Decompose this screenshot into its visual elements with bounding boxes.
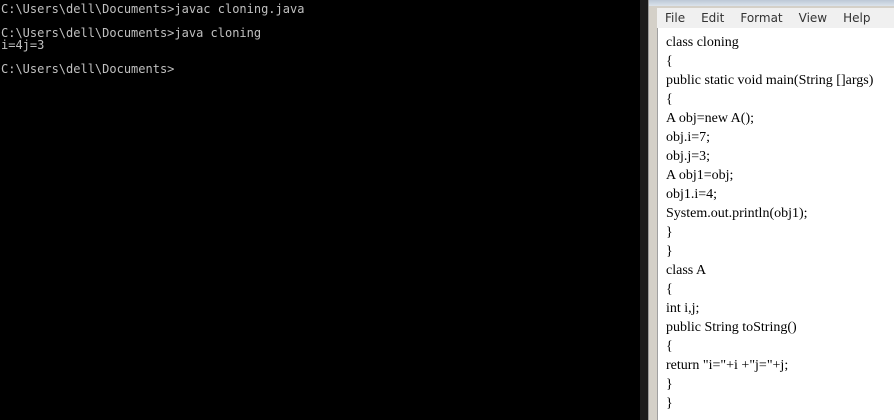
code-line: } [666,244,673,259]
notepad-menubar: File Edit Format View Help [657,8,894,29]
menu-format[interactable]: Format [732,11,790,25]
code-line: { [666,54,673,69]
menu-edit[interactable]: Edit [693,11,732,25]
notepad-window: File Edit Format View Help class cloning… [648,0,894,420]
code-line: int i,j; [666,301,700,316]
code-line: class cloning [666,35,739,50]
code-line: { [666,92,673,107]
window-gap [640,0,648,420]
console-line: C:\Users\dell\Documents>java cloning [1,26,262,40]
code-line: obj.j=3; [666,149,711,164]
code-line: class A [666,263,707,278]
code-line: System.out.println(obj1); [666,206,808,221]
code-line: } [666,225,673,240]
menu-file[interactable]: File [657,11,693,25]
code-line: } [666,377,673,392]
console-line: C:\Users\dell\Documents>javac cloning.ja… [1,2,305,16]
code-line: { [666,282,673,297]
console-prompt-line[interactable]: C:\Users\dell\Documents> [1,63,640,75]
console-output-line: i=4j=3 [1,38,45,52]
menu-view[interactable]: View [791,11,835,25]
notepad-titlebar[interactable] [649,0,894,6]
code-line: public static void main(String []args) [666,73,874,88]
code-line: { [666,339,673,354]
code-line: public String toString() [666,320,797,335]
code-line: } [666,396,673,411]
code-line: A obj1=obj; [666,168,734,183]
command-prompt-window[interactable]: C:\Users\dell\Documents>javac cloning.ja… [0,0,640,420]
code-line: A obj=new A(); [666,111,754,126]
menu-help[interactable]: Help [835,11,878,25]
code-line: return "i="+i +"j="+j; [666,358,789,373]
code-line: obj1.i=4; [666,187,718,202]
code-line: obj.i=7; [666,130,711,145]
notepad-text-area[interactable]: class cloning { public static void main(… [657,28,894,420]
